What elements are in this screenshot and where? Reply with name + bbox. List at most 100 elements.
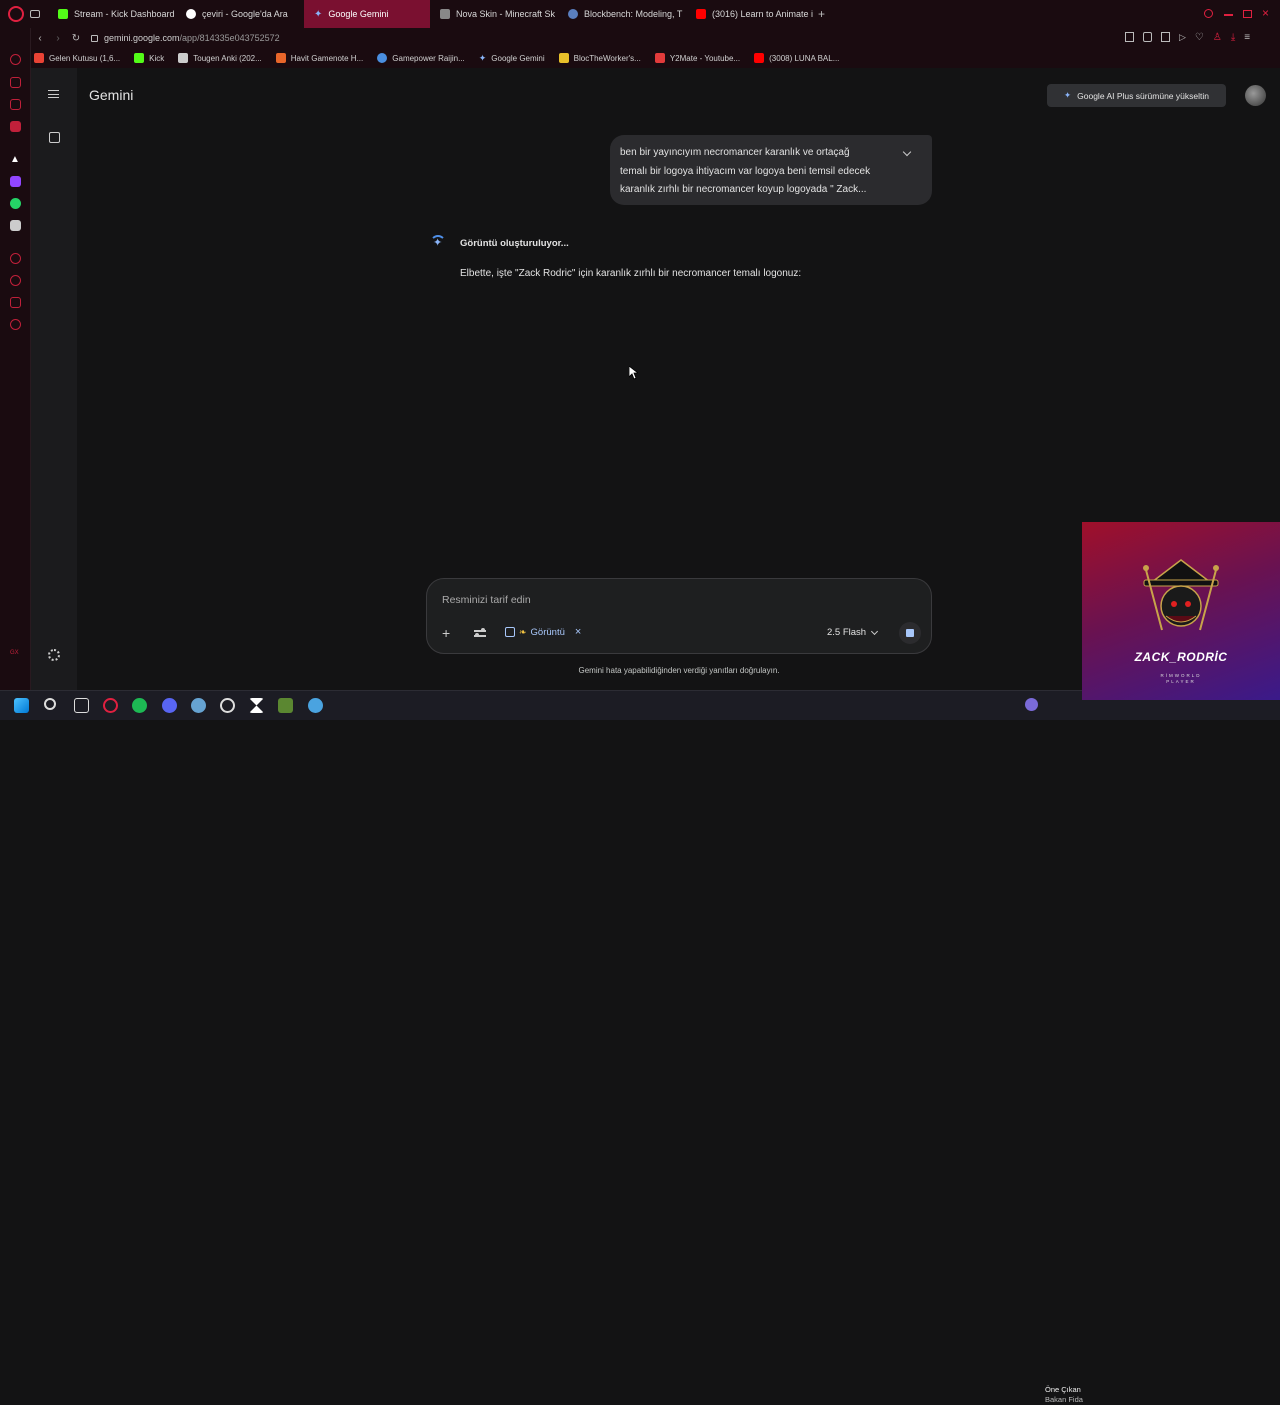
opera-gx-taskbar-icon[interactable] (103, 698, 118, 713)
settings-gear-icon[interactable] (48, 649, 60, 661)
maximize-icon[interactable] (1243, 10, 1252, 18)
stop-button[interactable] (899, 622, 921, 644)
add-attachment-plus-icon[interactable]: + (442, 626, 450, 640)
gemini-sparkle-icon: ✦ (478, 52, 487, 63)
whatsapp-icon[interactable] (10, 198, 21, 209)
play-icon[interactable]: ▷ (1179, 32, 1186, 43)
snapshot-icon[interactable] (1161, 32, 1170, 42)
gemini-spinner-icon: ✦ (430, 235, 446, 251)
tool-chip-label: Görüntü (530, 626, 565, 638)
bookmark-label: Y2Mate - Youtube... (669, 53, 741, 63)
twitch-icon[interactable] (10, 176, 21, 187)
capcut-icon[interactable] (249, 698, 264, 713)
overlay-sub-line: PLAYER (1166, 679, 1196, 684)
news-widget[interactable]: Öne Çıkan Bakan Fida (1045, 1385, 1083, 1405)
minimize-icon[interactable] (1224, 14, 1233, 16)
stop-icon (906, 629, 914, 637)
news-sub: Bakan Fida (1045, 1395, 1083, 1404)
page-title[interactable]: Gemini (89, 87, 133, 103)
tab-label: Nova Skin - Minecraft Sk (456, 9, 556, 19)
bookmark-y2mate[interactable]: Y2Mate - Youtube... (654, 53, 741, 63)
shopping-icon[interactable] (10, 77, 21, 88)
tab-youtube[interactable]: (3016) Learn to Animate i (686, 0, 814, 28)
pin-icon[interactable] (1143, 32, 1152, 42)
history-icon[interactable] (10, 275, 21, 286)
bookmark-label: Tougen Anki (202... (193, 53, 262, 63)
bookmark-youtube[interactable]: (3008) LUNA BAL... (754, 53, 839, 63)
windows-start-icon[interactable] (14, 698, 29, 713)
app-icon[interactable] (308, 698, 323, 713)
kick-sidebar-icon[interactable]: ▲ (10, 154, 21, 165)
google-icon (186, 9, 196, 19)
tab-blockbench[interactable]: Blockbench: Modeling, T (558, 0, 686, 28)
bookmark-blocktheworker[interactable]: BlocTheWorker's... (558, 53, 641, 63)
obs-icon[interactable] (220, 698, 235, 713)
url-host: gemini.google.com (104, 33, 180, 43)
bookmark-gemini[interactable]: ✦ Google Gemini (479, 53, 545, 64)
new-chat-icon[interactable] (49, 132, 60, 143)
download-icon[interactable]: ⤓ (1231, 32, 1235, 43)
profile-icon[interactable]: ♙ (1213, 32, 1222, 43)
toolbar-icons: ▷ ♡ ♙ ⤓ ≡ (1125, 32, 1250, 43)
bookmark-gmail[interactable]: Gelen Kutusu (1,6... (34, 53, 120, 63)
gx-icon[interactable]: GX (10, 650, 21, 661)
forward-icon[interactable]: › (49, 33, 67, 44)
upgrade-label: Google AI Plus sürümüne yükseltin (1077, 90, 1209, 101)
close-window-icon[interactable]: × (1262, 6, 1269, 20)
bookmark-gamepower[interactable]: Gamepower Raijin... (377, 53, 465, 63)
messenger-icon[interactable] (10, 121, 21, 132)
search-tabs-icon[interactable] (1204, 9, 1213, 18)
necromancer-logo-icon (1143, 559, 1219, 631)
lock-icon (91, 34, 98, 42)
reload-icon[interactable]: ↻ (67, 33, 85, 44)
bookmark-label: Google Gemini (491, 53, 545, 63)
prompt-input[interactable] (442, 592, 822, 608)
discord-taskbar-icon[interactable] (162, 698, 177, 713)
model-label: 2.5 Flash (827, 627, 867, 638)
overlay-name: ZACK_RODRİC (1134, 650, 1228, 664)
upgrade-button[interactable]: ✦ Google AI Plus sürümüne yükseltin (1047, 84, 1226, 107)
workspaces-icon[interactable] (30, 10, 40, 18)
mouse-cursor-icon (629, 366, 638, 380)
expand-chevron-down-icon[interactable] (902, 147, 912, 157)
aria-icon[interactable] (10, 54, 21, 65)
minecraft-launcher-icon[interactable] (278, 698, 293, 713)
opera-sidebar: ▲ GX (0, 28, 31, 690)
avatar[interactable] (1245, 85, 1266, 106)
tab-nova-skin[interactable]: Nova Skin - Minecraft Sk (430, 0, 558, 28)
main-menu-icon[interactable] (48, 90, 59, 98)
tab-google-search[interactable]: çeviri - Google'da Ara (176, 0, 304, 28)
bookmark-kick[interactable]: Kick (134, 53, 164, 63)
user-message: ben bir yayıncıyım necromancer karanlık … (610, 135, 932, 205)
nova-skin-icon (440, 9, 450, 19)
opera-menu-icon[interactable] (8, 6, 24, 22)
menu-icon[interactable]: ≡ (1244, 32, 1250, 43)
steam-icon[interactable] (191, 698, 206, 713)
chat-icon[interactable] (10, 99, 21, 110)
news-title: Öne Çıkan (1045, 1385, 1081, 1394)
tab-label: çeviri - Google'da Ara (202, 9, 288, 19)
heart-icon[interactable]: ♡ (1195, 32, 1204, 43)
tab-kick[interactable]: Stream - Kick Dashboard (48, 0, 176, 28)
player-icon[interactable] (10, 253, 21, 264)
search-icon[interactable] (44, 698, 56, 710)
back-icon[interactable]: ‹ (31, 33, 49, 44)
bookmark-tougen-anki[interactable]: Tougen Anki (202... (178, 53, 262, 63)
discord-icon[interactable] (10, 220, 21, 231)
url-field[interactable]: gemini.google.com/app/814335e043752572 (104, 33, 280, 43)
chevron-down-icon (871, 627, 879, 635)
spotify-icon[interactable] (132, 698, 147, 713)
tab-gemini[interactable]: ✦ Google Gemini (304, 0, 430, 28)
pinboard-icon[interactable] (10, 297, 21, 308)
image-tool-chip[interactable]: ❧ Görüntü × (505, 626, 581, 638)
remove-tool-close-icon[interactable]: × (575, 626, 581, 638)
tools-icon[interactable] (474, 628, 486, 638)
model-selector[interactable]: 2.5 Flash (827, 627, 879, 638)
split-view-icon[interactable] (1125, 32, 1134, 42)
news-widget-icon[interactable] (1025, 698, 1038, 711)
settings-icon[interactable] (10, 319, 21, 330)
bookmark-havit[interactable]: Havit Gamenote H... (275, 53, 363, 63)
task-view-icon[interactable] (74, 698, 89, 713)
prompt-composer (426, 578, 932, 654)
new-tab-plus-icon[interactable]: + (818, 7, 825, 21)
